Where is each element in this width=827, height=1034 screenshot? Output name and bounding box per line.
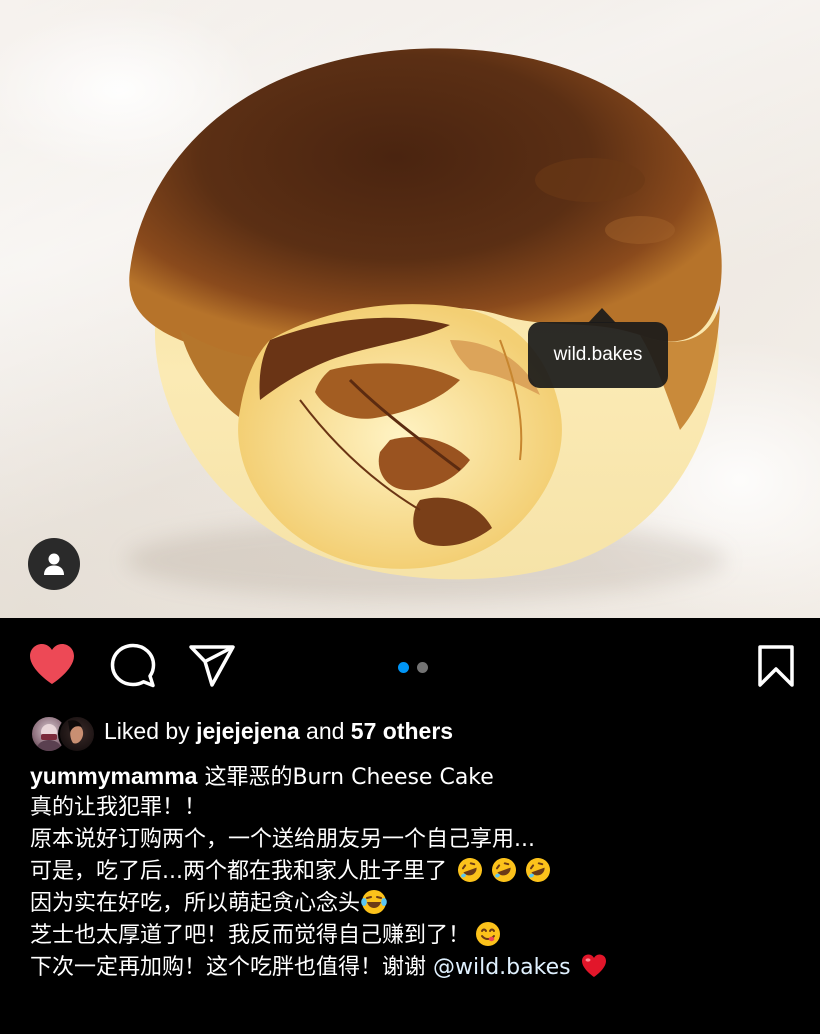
rolling-laughing-emoji <box>490 856 518 884</box>
comment-button[interactable] <box>110 643 156 689</box>
tears-of-joy-emoji <box>360 888 388 916</box>
caption-line: 芝士也太厚道了吧！我反而觉得自己赚到了！ <box>30 920 810 952</box>
caption-line: 因为实在好吃，所以萌起贪心念头 <box>30 888 810 920</box>
rolling-laughing-emoji <box>456 856 484 884</box>
comment-icon <box>110 643 156 688</box>
likes-summary[interactable]: Liked by jejejejena and 57 others <box>30 714 810 753</box>
cheesecake-image <box>129 48 722 580</box>
caption-line-text: 因为实在好吃，所以萌起贪心念头 <box>30 891 361 916</box>
post-caption: yummymamma 这罪恶的Burn Cheese Cake 真的让我犯罪！！… <box>30 760 810 984</box>
post-action-bar <box>0 618 820 714</box>
post-photo[interactable]: wild.bakes <box>0 0 820 618</box>
likes-text[interactable]: Liked by jejejejena and 57 others <box>104 718 453 745</box>
caption-line-text: 芝士也太厚道了吧！我反而觉得自己赚到了！ <box>30 923 471 948</box>
mention-link[interactable]: @wild.bakes <box>433 955 571 980</box>
likes-others-link[interactable]: 57 others <box>351 718 453 744</box>
caption-line: 原本说好订购两个，一个送给朋友另一个自己享用... <box>30 827 535 852</box>
caption-line-text: 可是，吃了后...两个都在我和家人肚子里了 <box>30 859 447 884</box>
likes-connector: and <box>306 718 345 744</box>
save-button[interactable] <box>756 644 796 688</box>
red-heart-emoji <box>580 952 608 980</box>
carousel-dot-active <box>398 662 409 673</box>
send-icon <box>189 645 235 687</box>
caption-line: 下次一定再加购！这个吃胖也值得！谢谢 @wild.bakes <box>30 952 810 984</box>
like-button[interactable] <box>28 643 78 687</box>
author-username[interactable]: yummymamma <box>30 763 197 789</box>
caption-line: 真的让我犯罪！！ <box>30 795 207 820</box>
caption-line: 可是，吃了后...两个都在我和家人肚子里了 <box>30 856 810 888</box>
user-tag-label[interactable]: wild.bakes <box>528 308 668 388</box>
likes-prefix: Liked by <box>104 718 190 744</box>
tagged-users-button[interactable] <box>28 538 80 590</box>
heart-icon <box>30 644 74 684</box>
caption-line-text: 下次一定再加购！这个吃胖也值得！谢谢 <box>30 955 433 980</box>
liker-username[interactable]: jejejejena <box>196 718 300 744</box>
rolling-laughing-emoji <box>524 856 552 884</box>
liker-avatar[interactable] <box>58 715 96 753</box>
caption-title: 这罪恶的Burn Cheese Cake <box>204 765 494 790</box>
person-icon <box>44 553 64 575</box>
share-button[interactable] <box>188 644 236 688</box>
carousel-indicator <box>398 660 436 678</box>
carousel-dot <box>417 662 428 673</box>
avatar-face <box>68 720 84 744</box>
caption-first-line: yummymamma 这罪恶的Burn Cheese Cake <box>30 760 810 792</box>
yum-emoji <box>474 920 502 948</box>
scrollbar[interactable] <box>820 0 827 1034</box>
bookmark-icon <box>758 645 794 687</box>
user-tag-text: wild.bakes <box>553 344 643 365</box>
